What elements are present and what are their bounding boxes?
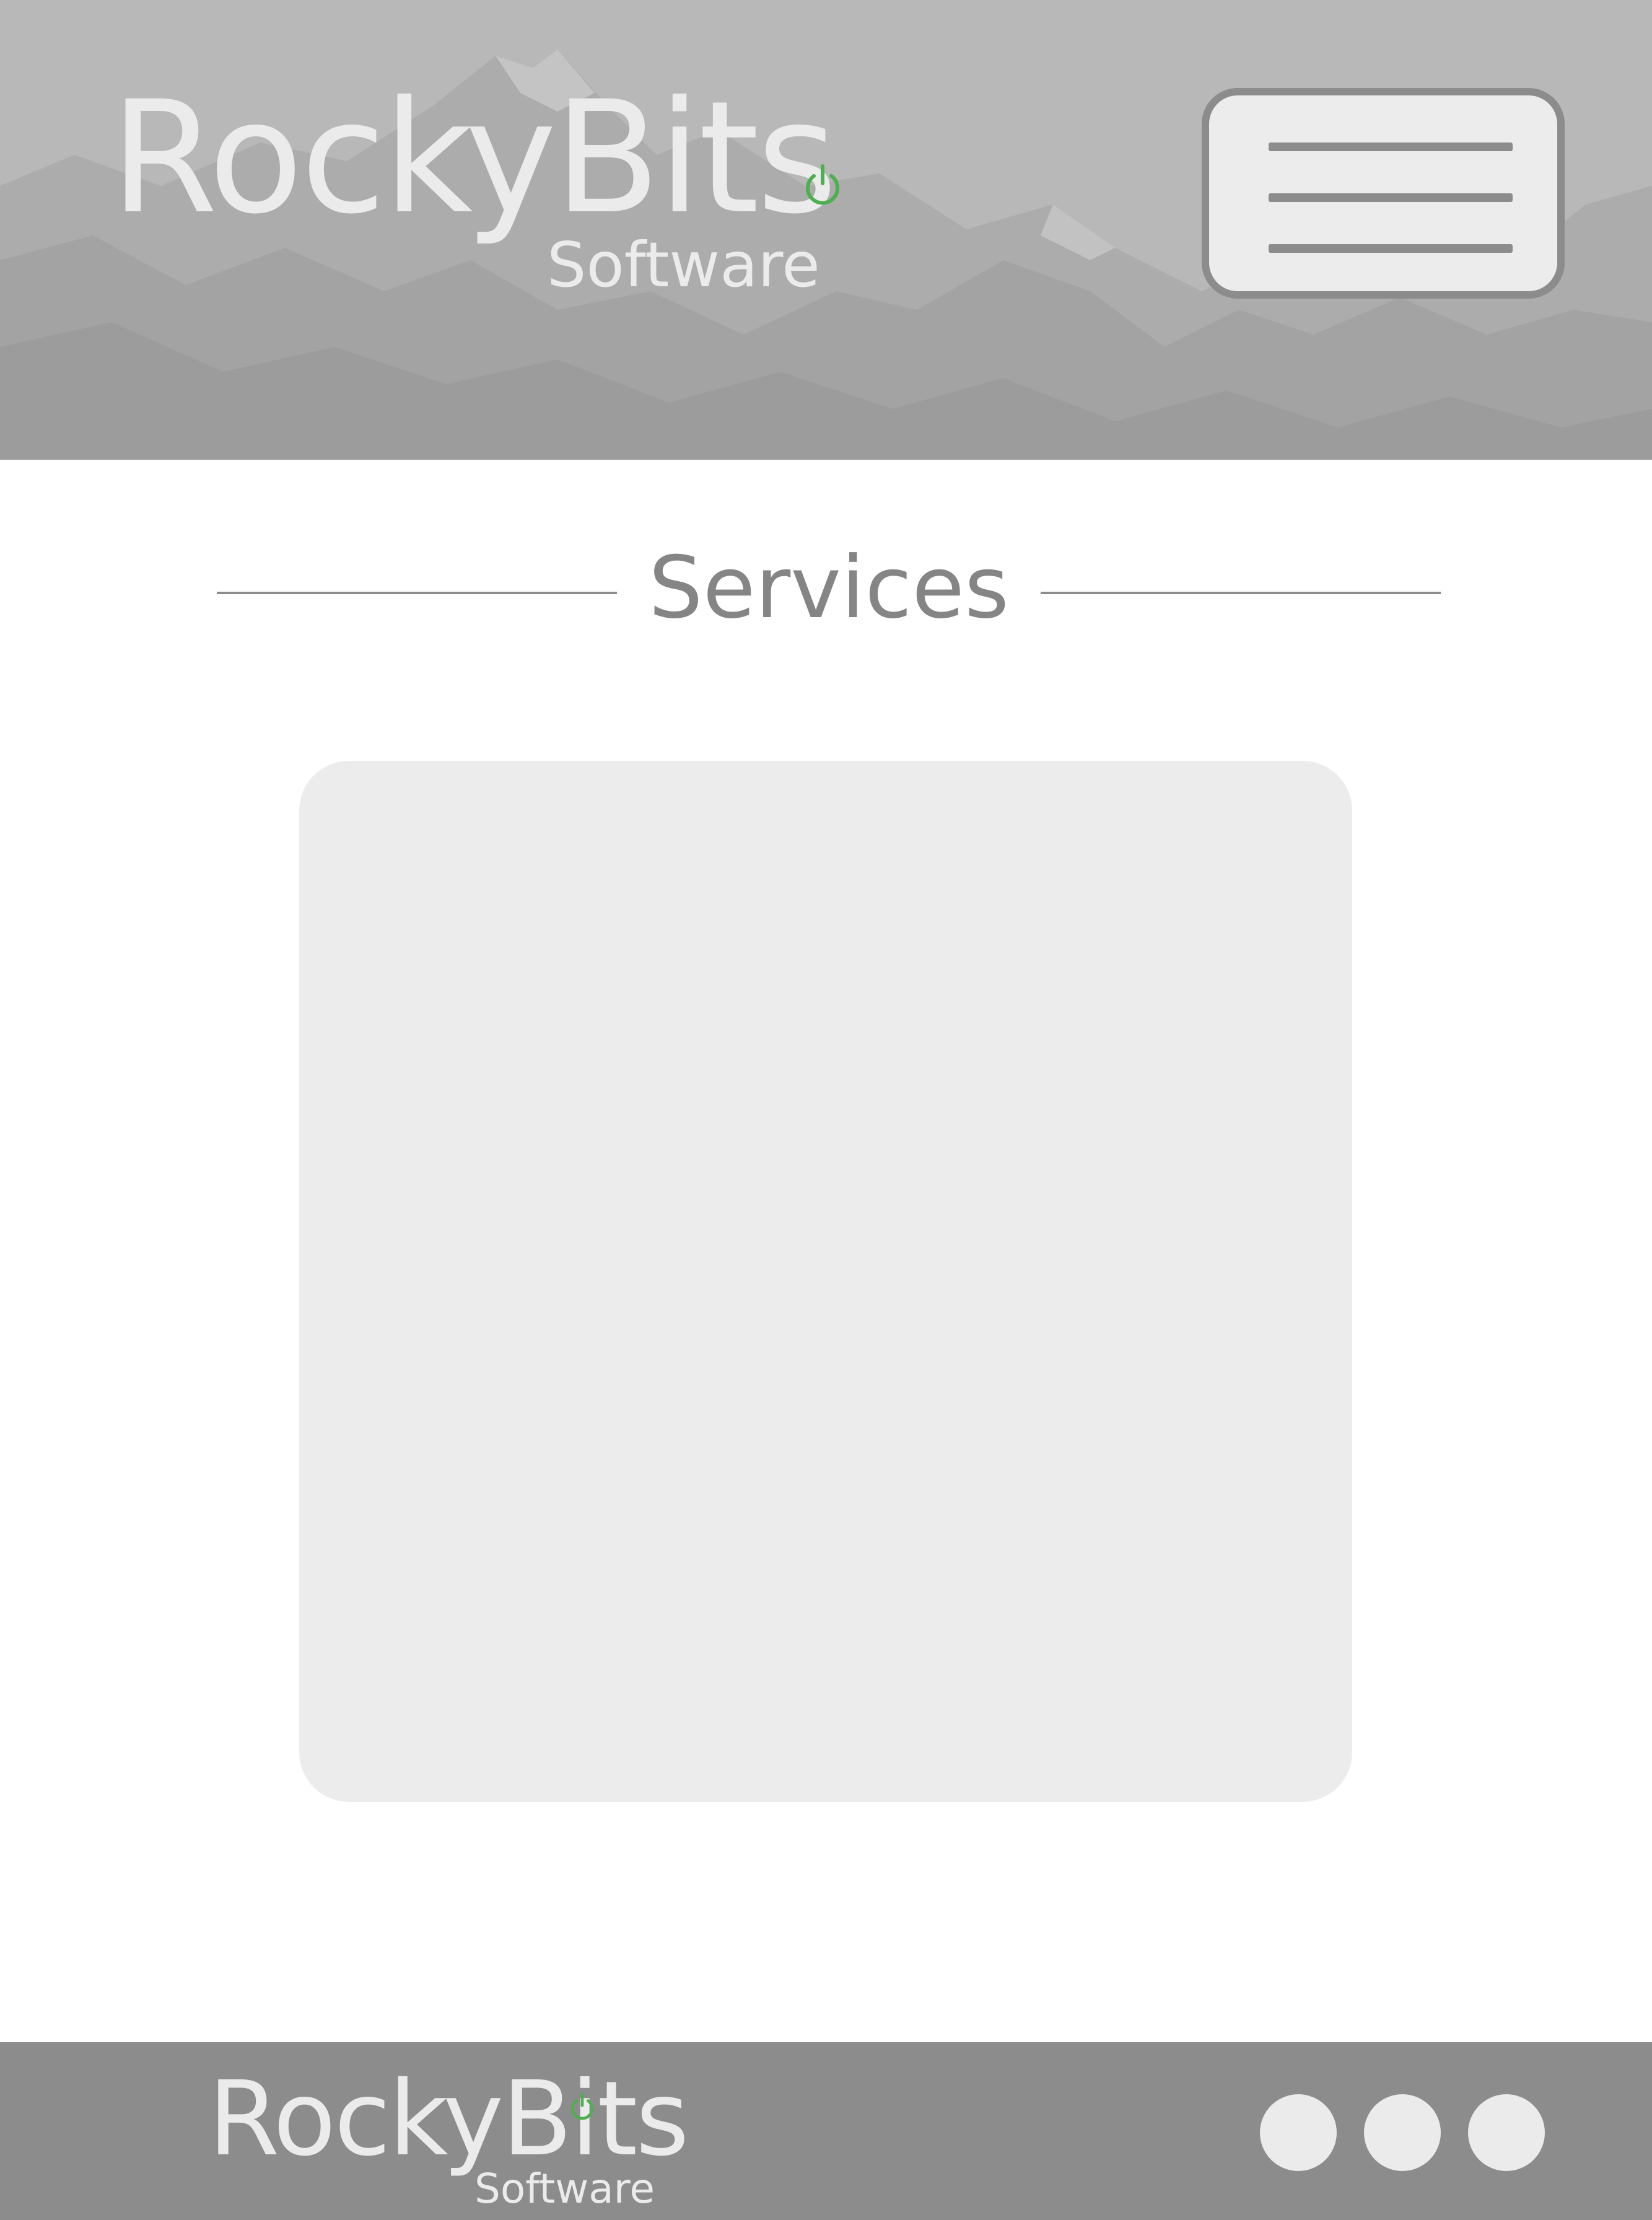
power-icon	[571, 2092, 593, 2120]
header-logo[interactable]: RockyBits Software	[110, 81, 878, 304]
footer-logo[interactable]: RockyBits Software	[208, 2068, 691, 2217]
logo-brand-text: RockyBits	[110, 68, 837, 248]
section-heading: Services	[0, 533, 1652, 644]
hamburger-menu-button[interactable]	[1202, 88, 1565, 299]
heading-divider-right	[1041, 592, 1441, 594]
social-circle-icon-3[interactable]	[1468, 2094, 1545, 2171]
logo-tagline-text: Software	[474, 2165, 655, 2213]
logo-brand-text: RockyBits	[208, 2060, 689, 2179]
heading-divider-left	[217, 592, 617, 594]
social-links	[1260, 2094, 1545, 2171]
social-circle-icon-1[interactable]	[1260, 2094, 1337, 2171]
site-footer: RockyBits Software	[0, 2042, 1652, 2220]
page-title: Services	[649, 538, 1009, 638]
hamburger-menu-icon-bar	[1269, 244, 1513, 253]
logo-tagline-text: Software	[547, 229, 820, 301]
site-header: RockyBits Software	[0, 0, 1652, 460]
power-icon	[806, 164, 839, 205]
hamburger-menu-icon	[1269, 143, 1513, 151]
services-content-card	[299, 761, 1352, 1802]
social-circle-icon-2[interactable]	[1364, 2094, 1441, 2171]
page: RockyBits Software Services RockyBits So…	[0, 0, 1652, 2220]
hamburger-menu-icon-bar	[1269, 193, 1513, 202]
